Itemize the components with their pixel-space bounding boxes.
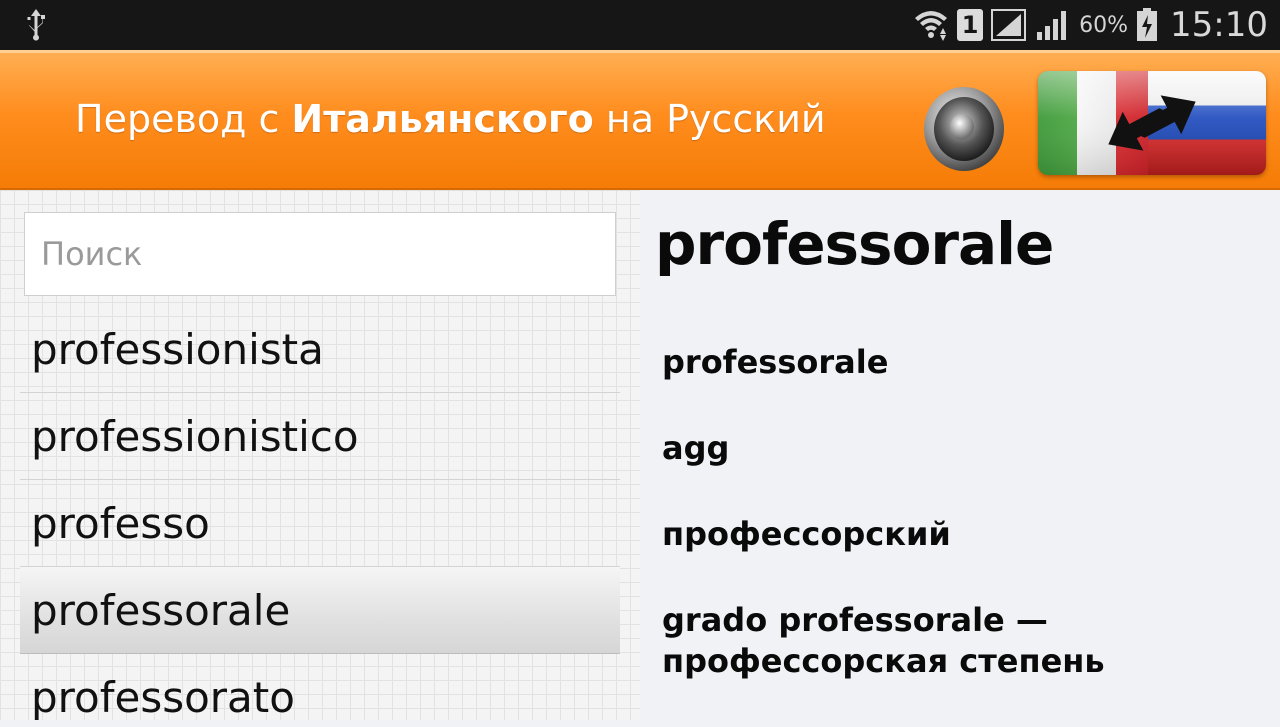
signal-strength-icon	[1037, 11, 1067, 40]
list-item[interactable]: professorato	[20, 654, 620, 720]
language-switch-button[interactable]	[1038, 71, 1266, 175]
list-item[interactable]: professionistico	[20, 393, 620, 480]
word-list-pane: professionista professionistico professo…	[0, 190, 640, 720]
signal-icon	[991, 9, 1027, 41]
sim-icon: 1	[957, 9, 984, 41]
list-item[interactable]: professo	[20, 480, 620, 567]
usb-icon	[27, 9, 45, 41]
word-list[interactable]: professionista professionistico professo…	[20, 306, 620, 720]
title-source-language: Итальянского	[291, 97, 594, 141]
battery-percent: 60%	[1079, 12, 1129, 38]
page-title: Перевод с Итальянского на Русский	[75, 97, 826, 141]
entry-line: grado professorale — профессорская степе…	[662, 601, 1105, 680]
entry-definition: professorale agg профессорский grado pro…	[662, 342, 1262, 727]
title-target-language: Русский	[666, 97, 826, 141]
speaker-button[interactable]	[918, 83, 1008, 173]
wifi-icon	[915, 11, 948, 41]
title-prefix: Перевод с	[75, 97, 292, 141]
speaker-icon	[924, 87, 1004, 171]
status-bar: 1 60% 15:10	[0, 0, 1280, 50]
flag-switch-icon	[1038, 71, 1266, 175]
title-mid: на	[593, 97, 667, 141]
search-input[interactable]	[24, 212, 616, 296]
clock: 15:10	[1170, 5, 1268, 45]
battery-charging-icon	[1137, 8, 1158, 41]
entry-headword: professorale	[655, 210, 1054, 278]
entry-line: professorale	[662, 343, 889, 381]
translation-pane: professorale professorale agg профессорс…	[640, 190, 1280, 720]
app-header: Перевод с Итальянского на Русский	[0, 50, 1280, 190]
list-item[interactable]: professionista	[20, 306, 620, 393]
entry-line: профессорский	[662, 515, 951, 553]
entry-line: agg	[662, 429, 730, 467]
list-item-selected[interactable]: professorale	[20, 567, 620, 654]
